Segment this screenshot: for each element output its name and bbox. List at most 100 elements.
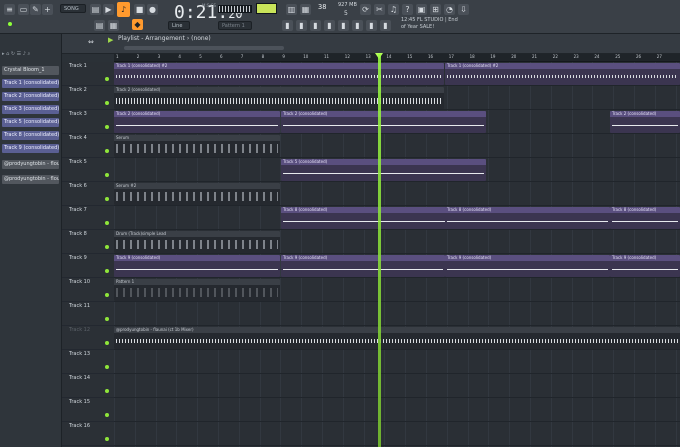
download-icon[interactable]: ⇩ [458, 4, 469, 15]
clip[interactable]: @prodyungtobin - flaunai (ct 1b Mixer) [114, 327, 680, 349]
channel-rack-icon[interactable]: ▦ [108, 20, 119, 31]
clip[interactable]: Track 9 (consolidated) [114, 255, 280, 277]
browser-item[interactable]: Crystal Bloom_1 [2, 66, 59, 75]
tool-icon-3[interactable]: ▮ [310, 20, 321, 31]
track-header[interactable]: Track 15 [62, 398, 114, 422]
mixer-icon[interactable]: ▥ [286, 4, 297, 15]
snap-select[interactable]: Line [168, 21, 190, 30]
browser-item[interactable]: Track 8 (consolidated) [2, 131, 59, 140]
track-header[interactable]: Track 12 [62, 326, 114, 350]
clip[interactable]: Track 9 (consolidated) [610, 255, 680, 277]
clip[interactable]: Track 2 (consolidated) [610, 111, 680, 133]
save-icon[interactable]: ▣ [416, 4, 427, 15]
grid-row[interactable] [114, 302, 680, 326]
track-header[interactable]: Track 2 [62, 86, 114, 110]
track-header[interactable]: Track 5 [62, 158, 114, 182]
track-mute-led[interactable] [105, 125, 109, 129]
tool-icon-7[interactable]: ▮ [366, 20, 377, 31]
track-mute-led[interactable] [105, 437, 109, 441]
clip[interactable]: Track 2 (consolidated) [114, 111, 280, 133]
track-header[interactable]: Track 7 [62, 206, 114, 230]
clip[interactable]: Track 2 (consolidated) [281, 111, 486, 133]
browser-item[interactable]: @prodyungtobin - flout... [2, 175, 59, 184]
clip[interactable]: Pattern 1 [114, 279, 280, 301]
song-mode-pill[interactable]: SONG [60, 4, 86, 13]
browser-item[interactable]: Track 9 (consolidated) [2, 144, 59, 153]
news-ticker[interactable]: 12:45 FL STUDIO | End of Year SALE! [401, 17, 463, 31]
record-icon[interactable]: ● [147, 4, 158, 15]
add-icon[interactable]: + [42, 4, 53, 15]
grid-row[interactable] [114, 350, 680, 374]
grid-row[interactable] [114, 398, 680, 422]
track-header[interactable]: Track 1 [62, 62, 114, 86]
timeline-ruler[interactable]: 1 2 3 4 5 6 7 8 9 10 11 12 13 14 15 16 17 18 19 20 21 22 23 24 2… [114, 54, 680, 62]
track-mute-led[interactable] [105, 149, 109, 153]
track-mute-led[interactable] [105, 221, 109, 225]
track-mute-led[interactable] [105, 413, 109, 417]
playlist-icon[interactable]: ▤ [94, 20, 105, 31]
browser-item[interactable]: Track 3 (consolidated) [2, 105, 59, 114]
tool-icon-4[interactable]: ▮ [324, 20, 335, 31]
track-header[interactable]: Track 10 [62, 278, 114, 302]
track-mute-led[interactable] [105, 173, 109, 177]
menu-icon[interactable]: ≡ [4, 4, 15, 15]
clip[interactable]: Track 8 (consolidated) [610, 207, 680, 229]
help-icon[interactable]: ? [402, 4, 413, 15]
track-mute-led[interactable] [105, 269, 109, 273]
track-header[interactable]: Track 9 [62, 254, 114, 278]
clip[interactable]: Track 9 (consolidated) [445, 255, 610, 277]
clip[interactable]: Track 1 (consolidated) #2 [114, 63, 444, 85]
pattern-song-toggle[interactable]: ♪ [117, 2, 130, 17]
playhead[interactable] [378, 54, 381, 447]
track-header[interactable]: Track 14 [62, 374, 114, 398]
clip[interactable]: Drum (Track)simple Lead [114, 231, 280, 253]
horizontal-scrollbar[interactable] [124, 46, 284, 50]
edit-icon[interactable]: ✎ [30, 4, 41, 15]
track-mute-led[interactable] [105, 389, 109, 393]
track-header[interactable]: Track 13 [62, 350, 114, 374]
chat-icon[interactable]: ◔ [444, 4, 455, 15]
arrow-icon[interactable]: ⇔ [88, 38, 96, 46]
cut-icon[interactable]: ✂ [374, 4, 385, 15]
clip[interactable]: Track 5 (consolidated) [281, 159, 486, 181]
track-mute-led[interactable] [105, 197, 109, 201]
clip[interactable]: Serum [114, 135, 280, 157]
tool-icon-6[interactable]: ▮ [352, 20, 363, 31]
plugin-picker-icon[interactable]: ◆ [132, 19, 143, 30]
track-header[interactable]: Track 11 [62, 302, 114, 326]
grid-row[interactable] [114, 422, 680, 446]
playlist-grid[interactable]: Track 1 (consolidated) #2 Track 1 (conso… [114, 62, 680, 447]
mic-icon[interactable]: ♫ [388, 4, 399, 15]
piano-roll-icon[interactable]: ▦ [300, 4, 311, 15]
browser-item[interactable]: Track 5 (consolidated) [2, 118, 59, 127]
refresh-icon[interactable]: ⟳ [360, 4, 371, 15]
play-icon[interactable]: ▶ [103, 4, 114, 15]
stop-icon[interactable]: ■ [134, 4, 145, 15]
tool-icon-5[interactable]: ▮ [338, 20, 349, 31]
grid-row[interactable] [114, 374, 680, 398]
track-mute-led[interactable] [105, 101, 109, 105]
track-mute-led[interactable] [105, 293, 109, 297]
track-mute-led[interactable] [105, 77, 109, 81]
track-mute-led[interactable] [105, 365, 109, 369]
clip[interactable]: Serum #2 [114, 183, 280, 205]
browser-item[interactable]: Track 1 (consolidated) [2, 79, 59, 88]
track-header[interactable]: Track 6 [62, 182, 114, 206]
track-header[interactable]: Track 4 [62, 134, 114, 158]
tool-icon-2[interactable]: ▮ [296, 20, 307, 31]
tool-icon-8[interactable]: ▮ [380, 20, 391, 31]
file-icon[interactable]: ▭ [18, 4, 29, 15]
clip[interactable]: Track 2 (consolidated) [114, 87, 444, 109]
clip[interactable]: Track 1 (consolidated) #2 [445, 63, 680, 85]
tool-icon-1[interactable]: ▮ [282, 20, 293, 31]
clip[interactable]: Track 9 (consolidated) [281, 255, 445, 277]
track-header[interactable]: Track 8 [62, 230, 114, 254]
browser-item[interactable]: Track 2 (consolidated) [2, 92, 59, 101]
grid-icon[interactable]: ⊞ [430, 4, 441, 15]
pattern-select[interactable]: Pattern 1 [218, 21, 252, 30]
browser-item[interactable]: @prodyungtobin - flout... [2, 160, 59, 169]
track-header[interactable]: Track 3 [62, 110, 114, 134]
track-mute-led[interactable] [105, 245, 109, 249]
track-header[interactable]: Track 16 [62, 422, 114, 446]
track-mute-led[interactable] [105, 317, 109, 321]
